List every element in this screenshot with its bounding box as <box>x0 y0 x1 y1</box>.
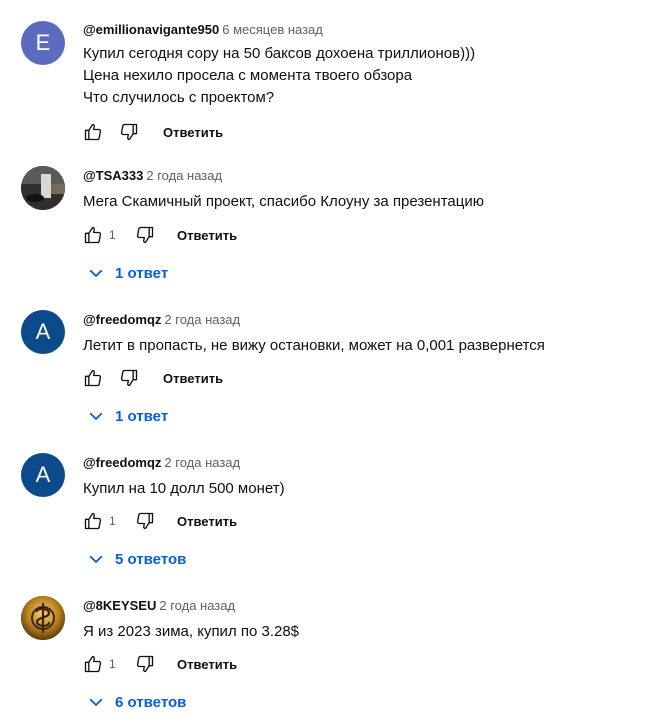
view-replies-button[interactable]: 5 ответов <box>87 547 186 571</box>
comment-actions: 1 Ответить <box>83 652 237 676</box>
thumbs-down-icon[interactable] <box>135 511 155 531</box>
comment-text: Купил сегодня сору на 50 баксов дохоена … <box>83 45 476 106</box>
thumbs-up-icon[interactable] <box>83 225 103 245</box>
like-count: 1 <box>109 657 116 671</box>
reply-button[interactable]: Ответить <box>177 514 237 529</box>
comment-actions: Ответить <box>83 366 223 390</box>
avatar[interactable]: E <box>21 21 65 65</box>
chevron-down-icon <box>87 407 105 425</box>
comment-time[interactable]: 2 года назад <box>159 598 235 613</box>
comment-header: @TSA333 2 года назад <box>83 168 222 184</box>
comment-header: @freedomqz 2 года назад <box>83 455 240 471</box>
avatar[interactable]: A <box>21 310 65 354</box>
thumbs-up-icon[interactable] <box>83 368 103 388</box>
thumbs-up-icon[interactable] <box>83 654 103 674</box>
thumbs-down-icon[interactable] <box>119 368 139 388</box>
reply-button[interactable]: Ответить <box>177 657 237 672</box>
chevron-down-icon <box>87 550 105 568</box>
thumbs-down-icon[interactable] <box>119 122 139 142</box>
avatar[interactable] <box>21 166 65 210</box>
thumbs-down-icon[interactable] <box>135 225 155 245</box>
chevron-down-icon <box>87 264 105 282</box>
author-name[interactable]: @8KEYSEU <box>83 598 156 613</box>
comment-text: Я из 2023 зима, купил по 3.28$ <box>83 623 300 640</box>
comment-header: @8KEYSEU 2 года назад <box>83 598 235 614</box>
reply-button[interactable]: Ответить <box>163 371 223 386</box>
author-name[interactable]: @TSA333 <box>83 168 143 183</box>
comment-actions: 1 Ответить <box>83 509 237 533</box>
comment-header: @emillionavigante950 6 месяцев назад <box>83 22 323 38</box>
like-count: 1 <box>109 228 116 242</box>
thumbs-up-icon[interactable] <box>83 122 103 142</box>
chevron-down-icon <box>87 693 105 711</box>
replies-count-label: 5 ответов <box>115 550 187 568</box>
author-name[interactable]: @emillionavigante950 <box>83 22 219 37</box>
avatar[interactable]: A <box>21 453 65 497</box>
replies-count-label: 6 ответов <box>115 693 187 711</box>
comment-time[interactable]: 6 месяцев назад <box>222 22 323 37</box>
comment-header: @freedomqz 2 года назад <box>83 312 240 328</box>
comment-actions: Ответить <box>83 120 223 144</box>
avatar[interactable] <box>21 596 65 640</box>
thumbs-up-icon[interactable] <box>83 511 103 531</box>
view-replies-button[interactable]: 1 ответ <box>87 261 168 285</box>
replies-count-label: 1 ответ <box>115 264 169 282</box>
comment-time[interactable]: 2 года назад <box>146 168 222 183</box>
comment-time[interactable]: 2 года назад <box>164 455 240 470</box>
replies-count-label: 1 ответ <box>115 407 169 425</box>
comment-text: Мега Скамичный проект, спасибо Клоуну за… <box>83 193 484 210</box>
comment-time[interactable]: 2 года назад <box>164 312 240 327</box>
author-name[interactable]: @freedomqz <box>83 455 161 470</box>
comment-text: Летит в пропасть, не вижу остановки, мож… <box>83 337 545 354</box>
view-replies-button[interactable]: 1 ответ <box>87 404 168 428</box>
like-count: 1 <box>109 514 116 528</box>
reply-button[interactable]: Ответить <box>163 125 223 140</box>
view-replies-button[interactable]: 6 ответов <box>87 690 186 714</box>
thumbs-down-icon[interactable] <box>135 654 155 674</box>
comment-actions: 1 Ответить <box>83 223 237 247</box>
reply-button[interactable]: Ответить <box>177 228 237 243</box>
author-name[interactable]: @freedomqz <box>83 312 161 327</box>
comment-text: Купил на 10 долл 500 монет) <box>83 480 285 497</box>
